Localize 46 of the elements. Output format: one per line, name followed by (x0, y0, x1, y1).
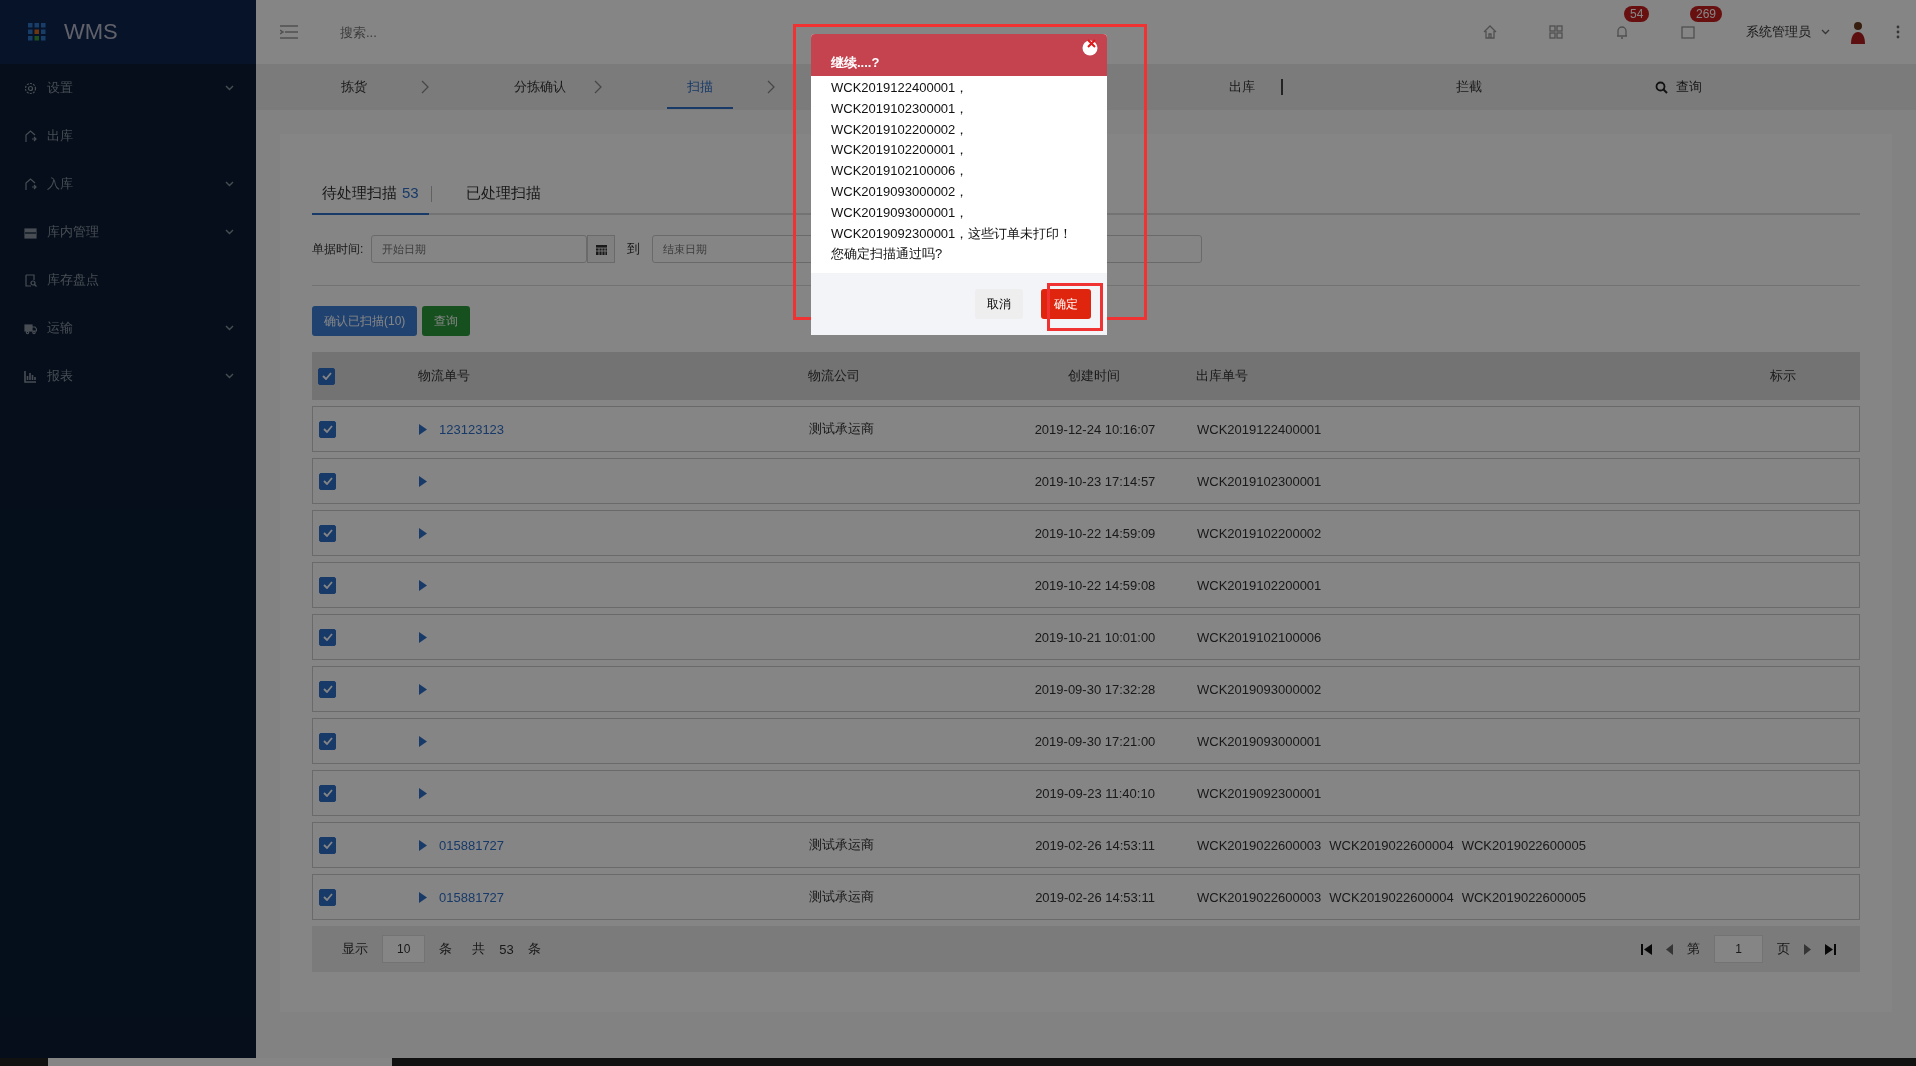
filter-label: 单据时间: (312, 240, 364, 258)
table-cell: WCK2019092300001 (1197, 785, 1322, 801)
column-header: 标示 (1770, 367, 1797, 385)
table-cell: WCK2019093000001 (1197, 733, 1322, 749)
pager-label: 共 (472, 940, 486, 958)
table-cell: WCK2019022600005 (1461, 837, 1586, 853)
table-cell: 2019-09-30 17:32:28 (1034, 681, 1156, 697)
pager-label: 条 (527, 940, 541, 958)
table-cell: 2019-10-22 14:59:08 (1034, 577, 1156, 593)
pager-label: 第 (1687, 940, 1701, 958)
notification-badge: 54 (1624, 6, 1650, 22)
table-cell: 2019-09-23 11:40:10 (1035, 785, 1155, 801)
table-cell: 2019-02-26 14:53:11 (1035, 837, 1155, 853)
total-count: 53 (499, 941, 514, 957)
table-cell: WCK2019022600003 (1197, 837, 1322, 853)
table-cell: 2019-10-22 14:59:09 (1034, 525, 1156, 541)
dialog-title: 继续....? (831, 54, 880, 72)
column-header: 出库单号 (1195, 367, 1249, 385)
table-cell: 2019-09-30 17:21:00 (1034, 733, 1156, 749)
app-logo: WMS (64, 19, 118, 45)
dialog-message: WCK2019122400001， WCK2019102300001， WCK2019102200002， WCK2019102200001， WCK2019102100006， WCK2019093000002， WCK2019093000001， WCK2019092300001，这些订单未打印！您确定扫描通过吗? (830, 79, 1074, 264)
pager-label: 条 (439, 940, 453, 958)
table-cell: WCK2019102100006 (1197, 629, 1322, 645)
table-cell: WCK2019122400001 (1197, 421, 1322, 437)
pager-label: 页 (1777, 940, 1790, 958)
pager-label: 显示 (342, 940, 368, 958)
table-cell: 测试承运商 (809, 421, 874, 436)
table-cell: 2019-10-21 10:01:00 (1034, 629, 1156, 645)
column-header: 物流公司 (808, 367, 861, 385)
table-cell: 测试承运商 (809, 837, 874, 852)
table-cell: WCK2019102300001 (1197, 473, 1322, 489)
table-cell: WCK2019093000002 (1197, 681, 1322, 697)
table-cell: WCK2019022600003 (1197, 889, 1322, 905)
table-cell: WCK2019022600005 (1461, 889, 1586, 905)
table-cell: WCK2019022600004 (1329, 889, 1454, 905)
table-cell: 2019-10-23 17:14:57 (1034, 473, 1156, 489)
column-header: 物流单号 (417, 367, 471, 385)
table-cell: 2019-12-24 10:16:07 (1034, 421, 1156, 437)
column-header: 创建时间 (1067, 367, 1121, 385)
table-cell: 测试承运商 (809, 889, 874, 904)
table-cell: WCK2019102200002 (1197, 525, 1322, 541)
table-cell: 2019-02-26 14:53:11 (1035, 889, 1155, 905)
range-separator: 到 (627, 240, 641, 258)
table-cell: WCK2019022600004 (1329, 837, 1454, 853)
table-cell: WCK2019102200001 (1197, 577, 1322, 593)
notification-badge: 269 (1690, 6, 1723, 22)
